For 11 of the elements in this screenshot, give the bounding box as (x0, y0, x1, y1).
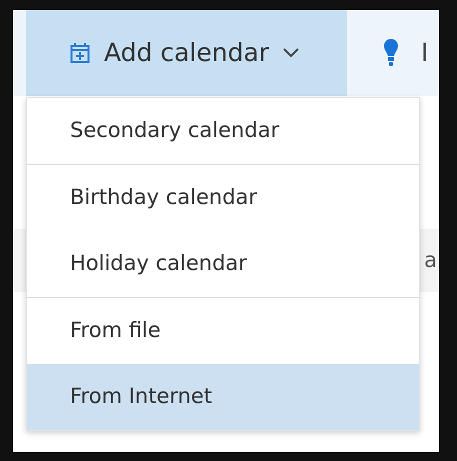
lightbulb-icon (383, 38, 399, 68)
calendar-add-icon (70, 42, 90, 64)
row-text: a (424, 247, 437, 274)
menu-item[interactable]: From Internet (27, 364, 419, 430)
menu-item[interactable]: Holiday calendar (27, 231, 419, 297)
add-calendar-button[interactable]: Add calendar (26, 10, 347, 96)
menu-item[interactable]: Birthday calendar (27, 165, 419, 231)
chevron-down-icon (283, 48, 300, 58)
menu-item[interactable]: Secondary calendar (27, 98, 419, 164)
toolbar-button[interactable]: I (347, 10, 428, 96)
menu-item[interactable]: From file (27, 298, 419, 364)
